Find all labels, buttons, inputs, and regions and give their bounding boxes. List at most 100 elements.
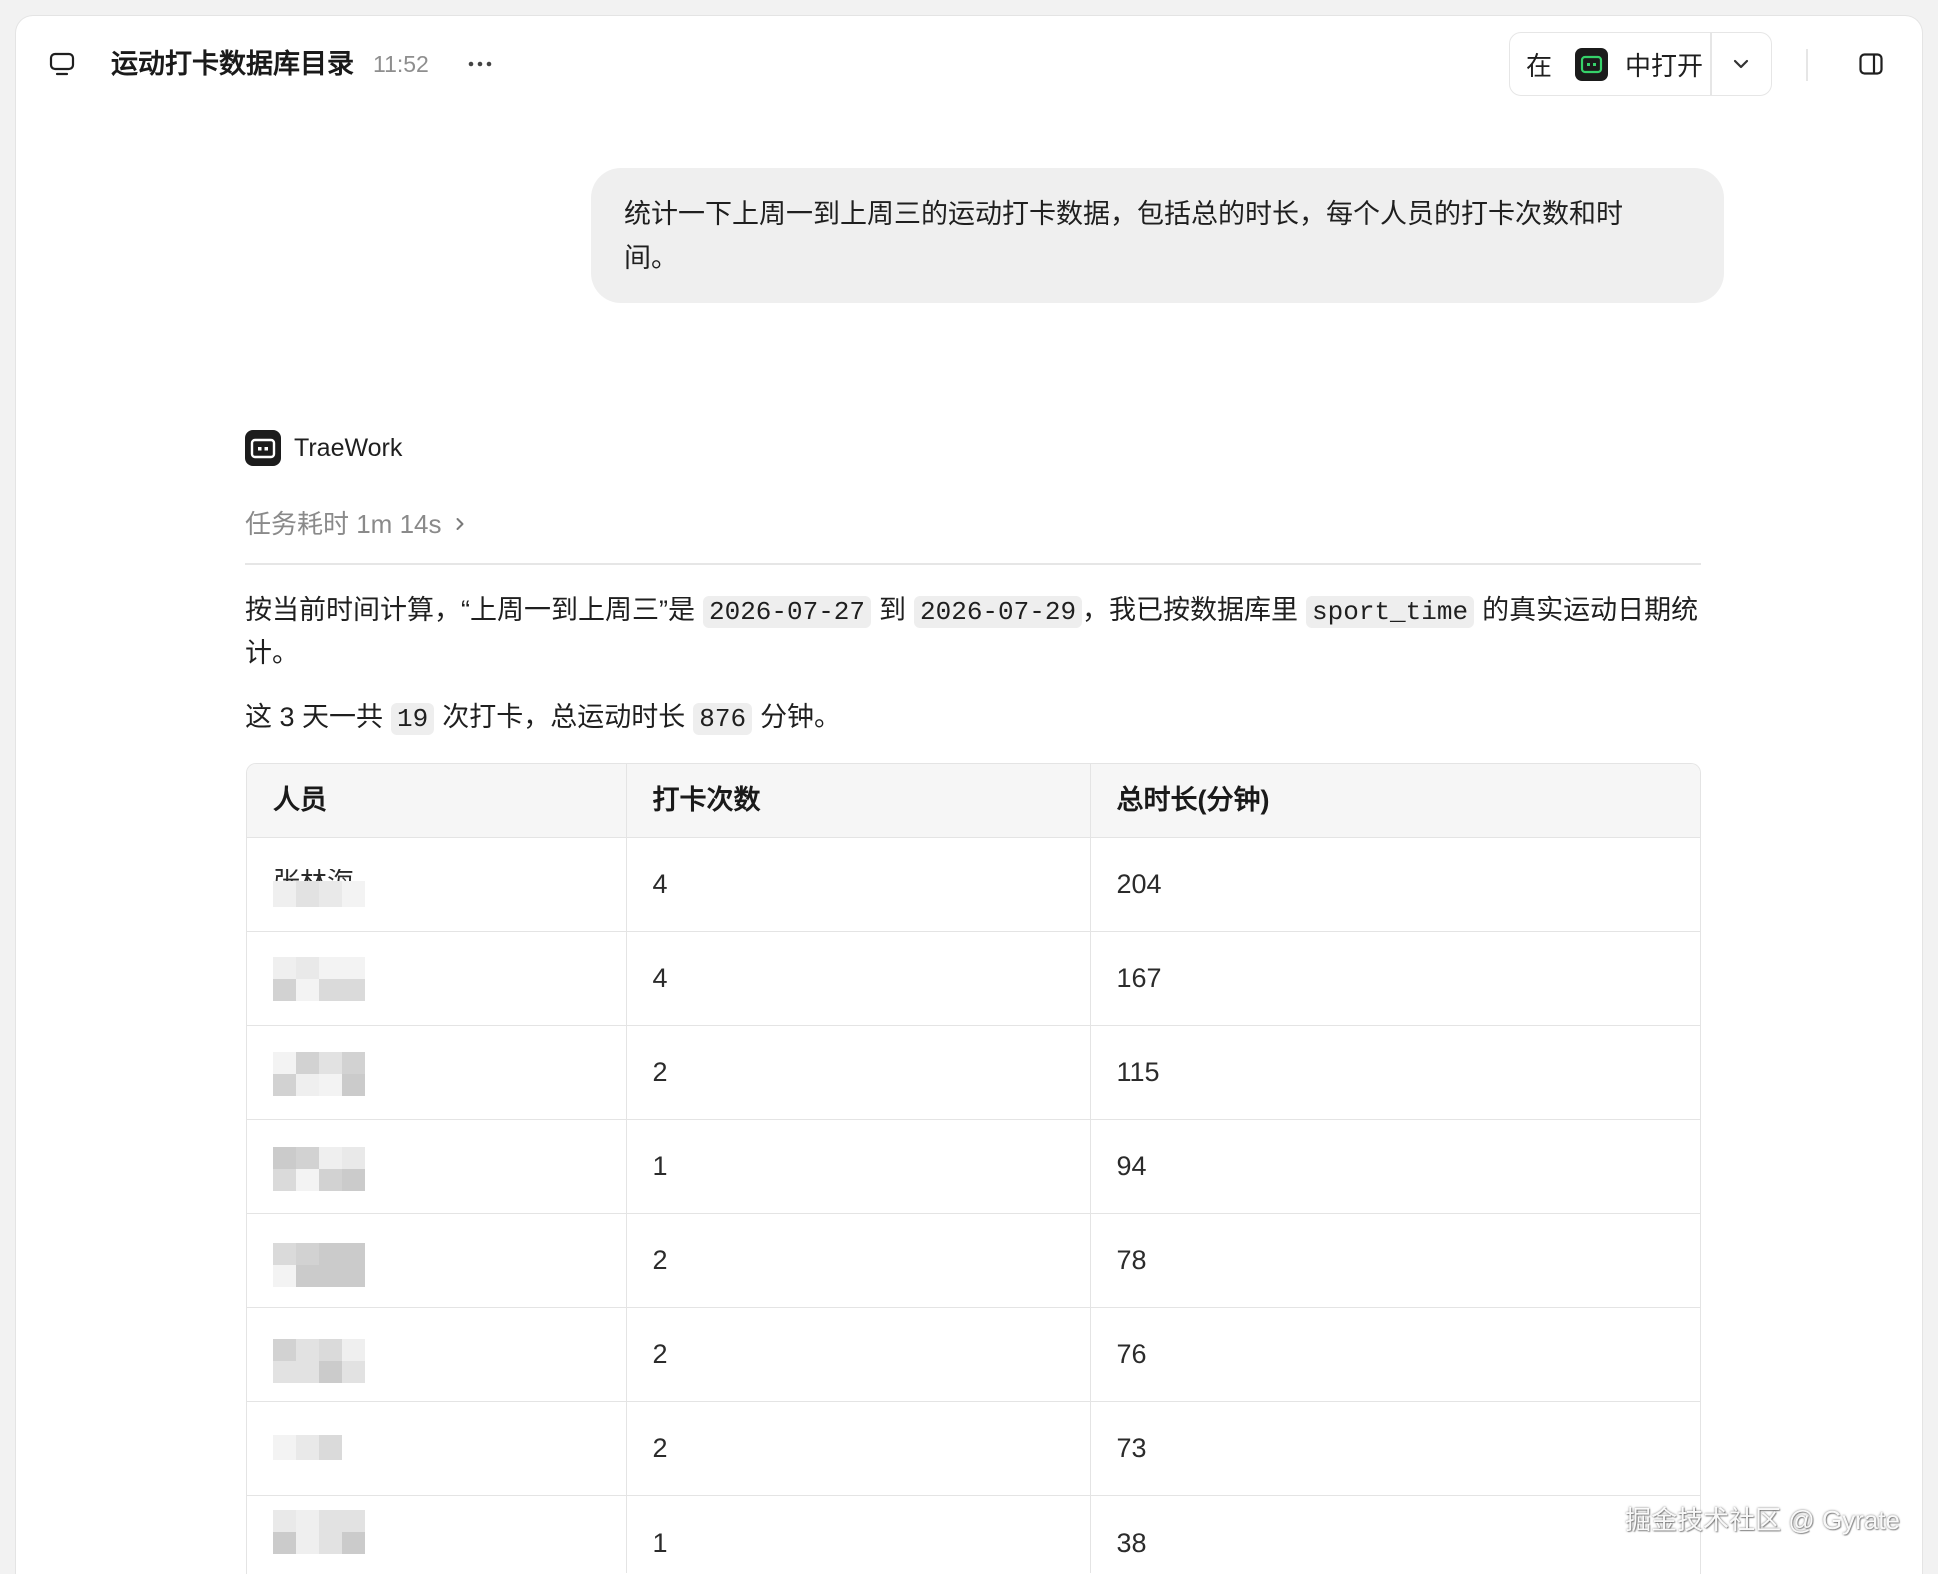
watermark: 掘金技术社区 @ Gyrate (1625, 1505, 1900, 1535)
trae-app-icon (1575, 47, 1609, 81)
answer-text: 次打卡，总运动时长 (442, 702, 686, 732)
mosaic-cell (273, 1052, 296, 1074)
open-in-dropdown-button[interactable] (1712, 33, 1772, 95)
mosaic-cell (296, 1074, 319, 1096)
inline-code-date-end: 2026-07-29 (914, 596, 1083, 628)
answer-text: 按当前时间计算，“上周一到上周三”是 (245, 595, 695, 625)
mosaic-cell (319, 1147, 342, 1169)
inline-code-total-minutes: 876 (693, 703, 753, 735)
mosaic-cell (296, 1339, 319, 1361)
mosaic-cell (319, 1074, 342, 1096)
mosaic-cell (273, 1074, 296, 1096)
mosaic-cell (273, 979, 296, 1001)
section-divider (245, 563, 1701, 565)
redacted-name-mosaic (273, 1147, 365, 1191)
cell-person (247, 932, 627, 1025)
table-row: 2 78 (247, 1214, 1700, 1308)
mosaic-cell (342, 979, 365, 1001)
mosaic-cell (273, 1339, 296, 1361)
task-duration-label: 任务耗时 1m 14s (245, 509, 442, 539)
cell-count: 1 (627, 1496, 1091, 1573)
cell-person (247, 1308, 627, 1401)
mosaic-cell (342, 1532, 365, 1554)
table-row: 2 115 (247, 1026, 1700, 1120)
mosaic-cell (273, 957, 296, 979)
user-message-bubble: 统计一下上周一到上周三的运动打卡数据，包括总的时长，每个人员的打卡次数和时间。 (591, 168, 1724, 303)
answer-text: 分钟。 (760, 702, 842, 732)
mosaic-cell (319, 1243, 342, 1265)
task-duration-toggle[interactable]: 任务耗时 1m 14s (245, 504, 470, 544)
header-duration: 总时长(分钟) (1116, 785, 1270, 815)
cell-count: 2 (627, 1214, 1091, 1307)
mosaic-cell (296, 1052, 319, 1074)
table-row: 4 167 (247, 932, 1700, 1026)
mosaic-cell (319, 1361, 342, 1383)
mosaic-cell (273, 1265, 296, 1287)
mosaic-cell (319, 957, 342, 979)
redacted-name-mosaic (273, 881, 365, 907)
cell-count: 1 (627, 1120, 1091, 1213)
mosaic-cell (342, 1147, 365, 1169)
answer-paragraph-1: 按当前时间计算，“上周一到上周三”是 2026-07-27 到 2026-07-29，… (245, 590, 1701, 674)
cell-minutes: 94 (1116, 1151, 1147, 1181)
mosaic-cell (342, 881, 365, 907)
table-row: 2 76 (247, 1308, 1700, 1402)
mosaic-cell (342, 957, 365, 979)
header-count: 打卡次数 (627, 764, 1091, 837)
cell-count: 4 (627, 838, 1091, 931)
cell-minutes: 76 (1116, 1339, 1147, 1369)
mosaic-cell (296, 957, 319, 979)
inline-code-date-start: 2026-07-27 (702, 596, 872, 628)
redacted-name-mosaic (273, 1243, 365, 1287)
mosaic-cell (342, 1052, 365, 1074)
mosaic-cell (342, 1265, 365, 1287)
person-name: 张林海 (273, 869, 354, 881)
answer-text: ，我已按数据库里 (1082, 595, 1299, 625)
table-row: 1 38 (247, 1496, 1700, 1573)
cell-minutes: 38 (1116, 1528, 1147, 1558)
cell-person (247, 1402, 627, 1495)
cell-count: 2 (627, 1026, 1091, 1119)
table-body: 张林海 4 204 4 167 2 115 1 94 2 78 2 76 2 73 1 38 (247, 838, 1700, 1573)
chevron-down-icon (1734, 59, 1749, 69)
chevron-right-icon (456, 518, 463, 530)
cell-minutes: 73 (1116, 1433, 1147, 1463)
mosaic-cell (342, 1074, 365, 1096)
table-row: 张林海 4 204 (247, 838, 1700, 932)
mosaic-cell (296, 1147, 319, 1169)
conversation-title: 运动打卡数据库目录 (111, 49, 354, 79)
mosaic-cell (296, 1169, 319, 1191)
header-person: 人员 (247, 764, 627, 837)
mosaic-cell (342, 1339, 365, 1361)
cell-count: 2 (627, 1308, 1091, 1401)
mosaic-cell (319, 979, 342, 1001)
answer-paragraph-2: 这 3 天一共 19 次打卡，总运动时长 876 分钟。 (245, 697, 1701, 740)
mosaic-cell (296, 1265, 319, 1287)
inline-code-checkin-count: 19 (391, 703, 435, 735)
table-row: 1 94 (247, 1120, 1700, 1214)
answer-text: 这 3 天一共 (245, 702, 384, 732)
table-header-row: 人员 打卡次数 总时长(分钟) (247, 764, 1700, 838)
sidebar-toggle-icon[interactable] (1857, 50, 1885, 78)
open-in-app-group: 在 中打开 (1509, 32, 1772, 96)
mosaic-cell (319, 1169, 342, 1191)
mosaic-cell (273, 1435, 296, 1460)
redacted-name-mosaic (273, 1052, 365, 1096)
mosaic-cell (273, 881, 296, 907)
cell-person (247, 1026, 627, 1119)
cell-minutes: 78 (1116, 1245, 1147, 1275)
traework-logo-icon (245, 430, 281, 466)
conversation-time: 11:52 (373, 51, 429, 77)
open-in-app-button[interactable]: 在 中打开 (1510, 33, 1710, 95)
stats-table: 人员 打卡次数 总时长(分钟) 张林海 4 204 4 167 2 115 1 94 2 78 2 76… (246, 763, 1701, 1574)
mosaic-cell (273, 1361, 296, 1383)
cell-minutes: 167 (1116, 963, 1162, 993)
mosaic-cell (273, 1510, 296, 1532)
mosaic-cell (296, 979, 319, 1001)
mosaic-cell (319, 1532, 342, 1554)
table-row: 2 73 (247, 1402, 1700, 1496)
mosaic-cell (296, 1435, 319, 1460)
more-icon[interactable] (465, 50, 495, 78)
mosaic-cell (296, 1361, 319, 1383)
open-in-prefix: 在 (1526, 50, 1553, 81)
